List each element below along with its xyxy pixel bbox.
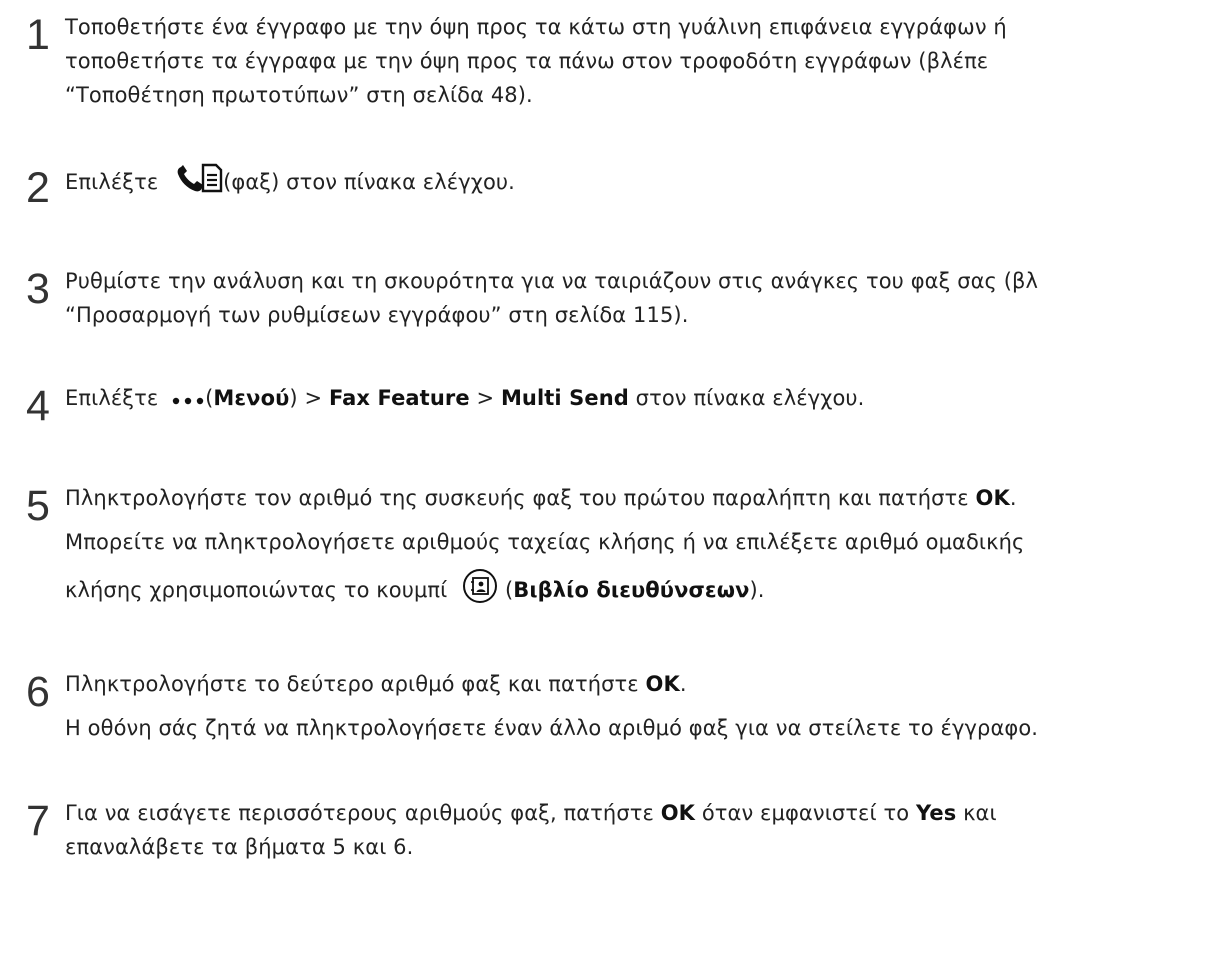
step-text-line: κλήσης χρησιμοποιώντας το κουμπί (Βιβλίο…	[65, 568, 765, 614]
more-dots-icon	[171, 382, 205, 416]
step-text: στον πίνακα ελέγχου.	[628, 386, 865, 410]
ok-label: OK	[645, 672, 680, 696]
fax-feature-label: Fax Feature	[328, 386, 470, 410]
step-text: όταν εμφανιστεί το	[695, 801, 916, 825]
step-text: Πληκτρολογήστε το δεύτερο αριθμό φαξ και…	[65, 672, 646, 696]
step-number: 3	[26, 265, 50, 313]
step-text-line: Πληκτρολογήστε το δεύτερο αριθμό φαξ και…	[65, 672, 687, 696]
step-text-line: “Τοποθέτηση πρωτοτύπων” στη σελίδα 48).	[65, 83, 533, 107]
step-text: Για να εισάγετε περισσότερους αριθμούς φ…	[65, 801, 661, 825]
yes-label: Yes	[915, 801, 957, 825]
step-number: 2	[26, 164, 50, 212]
step-text-line: Πληκτρολογήστε τον αριθμό της συσκευής φ…	[65, 486, 1017, 510]
step-text-line: Επιλέξτε (φαξ) στον πίνακα ελέγχου.	[65, 163, 515, 203]
separator: >	[297, 386, 329, 410]
step-text-line: τοποθετήστε τα έγγραφα με την όψη προς τ…	[65, 49, 989, 73]
step-number: 6	[26, 668, 50, 716]
step-text-line: Μπορείτε να πληκτρολογήσετε αριθμούς ταχ…	[65, 530, 1025, 554]
step-text: και	[956, 801, 997, 825]
ok-label: OK	[660, 801, 696, 825]
separator: >	[469, 386, 501, 410]
step-text-line: Η οθόνη σάς ζητά να πληκτρολογήσετε έναν…	[65, 716, 1039, 740]
step-text-line: Επιλέξτε (Μενού) > Fax Feature > Multi S…	[65, 381, 864, 416]
step-text-line: Ρυθμίστε την ανάλυση και τη σκουρότητα γ…	[65, 269, 1039, 293]
step-number: 5	[26, 482, 50, 530]
step-number: 1	[26, 11, 50, 59]
step-text-line: επαναλάβετε τα βήματα 5 και 6.	[65, 835, 414, 859]
step-text-line: Τοποθετήστε ένα έγγραφο με την όψη προς …	[65, 15, 1007, 39]
ok-label: OK	[975, 486, 1010, 510]
step-number: 4	[26, 382, 50, 430]
step-text: Πληκτρολογήστε τον αριθμό της συσκευής φ…	[65, 486, 976, 510]
multi-send-label: Multi Send	[500, 386, 629, 410]
step-text-line: “Προσαρμογή των ρυθμίσεων εγγράφου” στη …	[65, 303, 689, 327]
step-text: κλήσης χρησιμοποιώντας το κουμπί	[65, 578, 448, 602]
address-book-icon	[462, 568, 498, 614]
address-book-label: Βιβλίο διευθύνσεων	[513, 578, 750, 602]
fax-icon	[175, 163, 223, 203]
step-text-line: Για να εισάγετε περισσότερους αριθμούς φ…	[65, 796, 997, 830]
menu-label: Μενού	[213, 386, 290, 410]
step-text: Επιλέξτε	[65, 170, 159, 194]
step-text: Επιλέξτε	[65, 386, 159, 410]
step-number: 7	[26, 797, 50, 845]
step-text: (φαξ) στον πίνακα ελέγχου.	[223, 170, 515, 194]
